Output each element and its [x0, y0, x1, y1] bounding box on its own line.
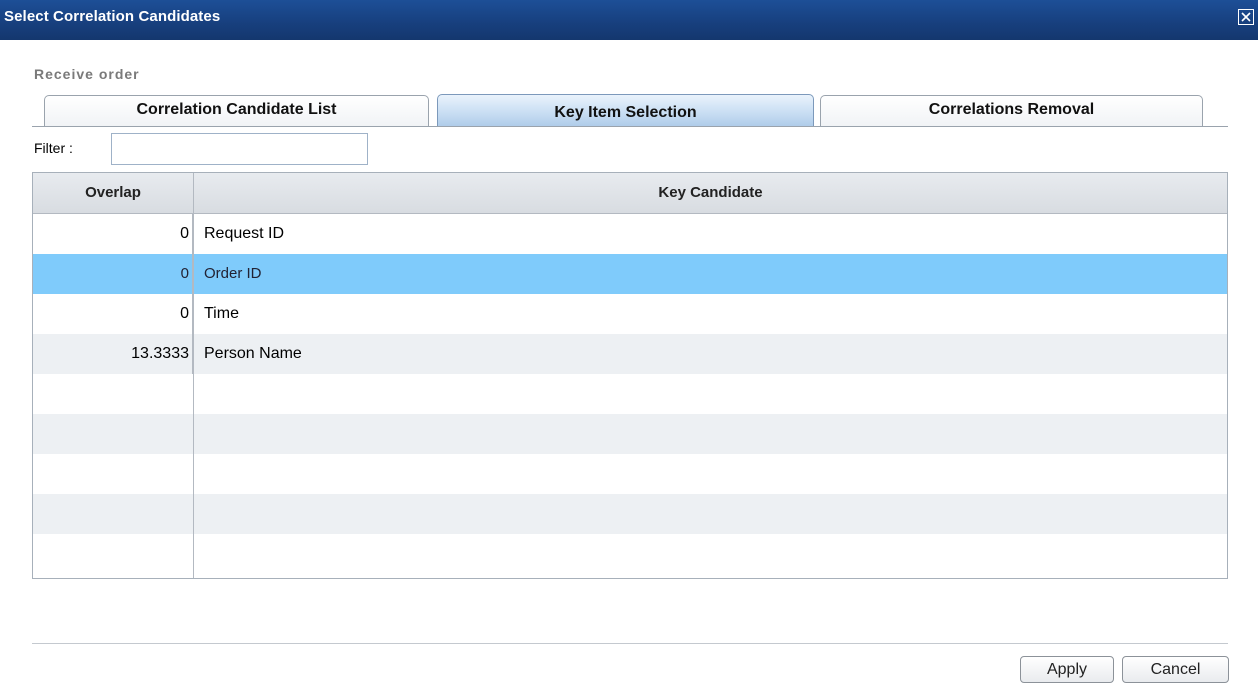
window-title: Select Correlation Candidates — [4, 8, 221, 25]
title-bar: Select Correlation Candidates — [0, 0, 1258, 40]
apply-button[interactable]: Apply — [1020, 656, 1114, 683]
tab-key-item-selection[interactable]: Key Item Selection — [437, 94, 814, 127]
column-header-key-candidate[interactable]: Key Candidate — [194, 173, 1227, 213]
tab-divider — [32, 126, 1228, 127]
tab-correlations-removal[interactable]: Correlations Removal — [820, 95, 1203, 126]
close-button[interactable] — [1238, 9, 1254, 25]
table-row[interactable]: 0 Request ID — [33, 214, 1227, 254]
filter-input[interactable] — [111, 133, 368, 165]
cancel-button[interactable]: Cancel — [1122, 656, 1229, 683]
tab-bar: Correlation Candidate List Key Item Sele… — [32, 94, 1228, 128]
key-candidate-grid: Overlap Key Candidate 0 Request ID 0 Ord… — [32, 172, 1228, 579]
table-row[interactable]: 13.3333 Person Name — [33, 334, 1227, 374]
key-candidate-cell: Request ID — [204, 225, 285, 242]
overlap-cell: 0 — [33, 214, 193, 254]
column-header-overlap[interactable]: Overlap — [33, 173, 194, 213]
close-icon — [1241, 12, 1251, 22]
empty-row — [33, 494, 1227, 534]
empty-row — [33, 534, 1227, 574]
overlap-cell: 0 — [33, 254, 193, 294]
column-divider — [193, 214, 194, 578]
table-row-selected[interactable]: 0 Order ID — [33, 254, 1227, 294]
tab-correlation-candidate-list[interactable]: Correlation Candidate List — [44, 95, 429, 126]
footer-divider — [32, 643, 1228, 644]
key-candidate-cell: Person Name — [204, 345, 302, 362]
overlap-cell: 0 — [33, 294, 193, 334]
key-candidate-cell: Order ID — [204, 265, 262, 282]
key-candidate-cell: Time — [204, 305, 239, 322]
empty-row — [33, 414, 1227, 454]
grid-header: Overlap Key Candidate — [33, 173, 1227, 214]
grid-body: 0 Request ID 0 Order ID 0 Time 13.3333 P… — [33, 214, 1227, 578]
filter-label: Filter : — [34, 140, 73, 156]
overlap-cell: 13.3333 — [33, 334, 193, 374]
table-row[interactable]: 0 Time — [33, 294, 1227, 334]
empty-row — [33, 454, 1227, 494]
process-name-label: Receive order — [34, 66, 140, 82]
empty-row — [33, 374, 1227, 414]
